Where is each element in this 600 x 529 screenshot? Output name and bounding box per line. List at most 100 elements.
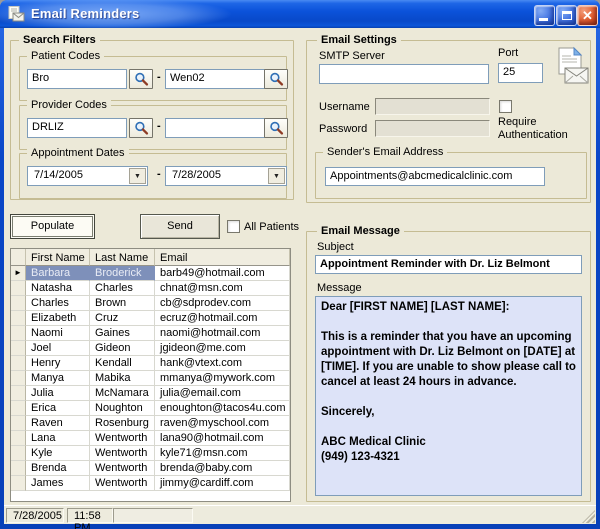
- titlebar[interactable]: Email Reminders ✕: [0, 0, 600, 28]
- row-selector[interactable]: [11, 401, 26, 416]
- grid-cell[interactable]: julia@email.com: [155, 386, 290, 401]
- grid-cell[interactable]: Kendall: [90, 356, 155, 371]
- table-row[interactable]: RavenRosenburgraven@myschool.com: [11, 416, 290, 431]
- row-selector[interactable]: [11, 341, 26, 356]
- date-to-combobox[interactable]: 7/28/2005 ▼: [165, 166, 287, 186]
- row-selector[interactable]: [11, 386, 26, 401]
- row-selector[interactable]: [11, 446, 26, 461]
- grid-cell[interactable]: Wentworth: [90, 476, 155, 491]
- table-row[interactable]: BrendaWentworthbrenda@baby.com: [11, 461, 290, 476]
- grid-cell[interactable]: Gideon: [90, 341, 155, 356]
- grid-cell[interactable]: Charles: [90, 281, 155, 296]
- grid-cell[interactable]: Julia: [26, 386, 90, 401]
- sender-email-field[interactable]: Appointments@abcmedicalclinic.com: [325, 167, 545, 186]
- row-selector[interactable]: [11, 296, 26, 311]
- date-from-combobox[interactable]: 7/14/2005 ▼: [27, 166, 148, 186]
- table-row[interactable]: JamesWentworthjimmy@cardiff.com: [11, 476, 290, 491]
- minimize-button[interactable]: [534, 5, 555, 26]
- close-button[interactable]: ✕: [577, 5, 598, 26]
- grid-cell[interactable]: James: [26, 476, 90, 491]
- grid-cell[interactable]: naomi@hotmail.com: [155, 326, 290, 341]
- row-selector[interactable]: [11, 461, 26, 476]
- grid-cell[interactable]: Henry: [26, 356, 90, 371]
- grid-cell[interactable]: Raven: [26, 416, 90, 431]
- table-row[interactable]: ManyaMabikammanya@mywork.com: [11, 371, 290, 386]
- grid-cell[interactable]: Naomi: [26, 326, 90, 341]
- table-row[interactable]: JoelGideonjgideon@me.com: [11, 341, 290, 356]
- row-selector[interactable]: [11, 371, 26, 386]
- grid-cell[interactable]: Brown: [90, 296, 155, 311]
- grid-cell[interactable]: cb@sdprodev.com: [155, 296, 290, 311]
- row-selector[interactable]: [11, 476, 26, 491]
- patients-grid[interactable]: First Name Last Name Email ►BarbaraBrode…: [10, 248, 291, 502]
- port-field[interactable]: 25: [498, 63, 543, 83]
- grid-cell[interactable]: Charles: [26, 296, 90, 311]
- grid-cell[interactable]: lana90@hotmail.com: [155, 431, 290, 446]
- patient-code-to-field[interactable]: Wen02: [165, 69, 265, 89]
- grid-cell[interactable]: Cruz: [90, 311, 155, 326]
- chevron-down-icon[interactable]: ▼: [129, 168, 146, 184]
- table-row[interactable]: EricaNoughtonenoughton@tacos4u.com: [11, 401, 290, 416]
- table-row[interactable]: ►BarbaraBroderickbarb49@hotmail.com: [11, 266, 290, 281]
- provider-code-to-field[interactable]: [165, 118, 265, 138]
- table-row[interactable]: NaomiGainesnaomi@hotmail.com: [11, 326, 290, 341]
- populate-button[interactable]: Populate: [10, 214, 95, 239]
- grid-cell[interactable]: jgideon@me.com: [155, 341, 290, 356]
- grid-cell[interactable]: enoughton@tacos4u.com: [155, 401, 290, 416]
- row-selector[interactable]: ►: [11, 266, 26, 281]
- grid-cell[interactable]: kyle71@msn.com: [155, 446, 290, 461]
- grid-cell[interactable]: Brenda: [26, 461, 90, 476]
- password-field[interactable]: [375, 120, 490, 137]
- table-row[interactable]: NatashaCharleschnat@msn.com: [11, 281, 290, 296]
- patient-code-to-lookup-button[interactable]: [264, 69, 288, 89]
- provider-code-from-field[interactable]: DRLIZ: [27, 118, 127, 138]
- all-patients-checkbox[interactable]: [227, 220, 240, 233]
- maximize-button[interactable]: [556, 5, 577, 26]
- smtp-server-field[interactable]: [319, 64, 489, 84]
- grid-cell[interactable]: Lana: [26, 431, 90, 446]
- row-selector[interactable]: [11, 431, 26, 446]
- grid-cell[interactable]: Gaines: [90, 326, 155, 341]
- table-row[interactable]: KyleWentworthkyle71@msn.com: [11, 446, 290, 461]
- grid-cell[interactable]: Wentworth: [90, 431, 155, 446]
- table-row[interactable]: JuliaMcNamarajulia@email.com: [11, 386, 290, 401]
- column-header-last-name[interactable]: Last Name: [90, 249, 155, 266]
- grid-cell[interactable]: Kyle: [26, 446, 90, 461]
- grid-cell[interactable]: Manya: [26, 371, 90, 386]
- grid-cell[interactable]: Mabika: [90, 371, 155, 386]
- column-header-email[interactable]: Email: [155, 249, 290, 266]
- grid-cell[interactable]: Wentworth: [90, 446, 155, 461]
- table-row[interactable]: ElizabethCruzecruz@hotmail.com: [11, 311, 290, 326]
- grid-cell[interactable]: chnat@msn.com: [155, 281, 290, 296]
- provider-code-to-lookup-button[interactable]: [264, 118, 288, 138]
- table-row[interactable]: HenryKendallhank@vtext.com: [11, 356, 290, 371]
- grid-cell[interactable]: Natasha: [26, 281, 90, 296]
- message-box[interactable]: Dear [FIRST NAME] [LAST NAME]: This is a…: [315, 296, 582, 496]
- grid-cell[interactable]: raven@myschool.com: [155, 416, 290, 431]
- grid-cell[interactable]: barb49@hotmail.com: [155, 266, 290, 281]
- row-selector[interactable]: [11, 356, 26, 371]
- table-row[interactable]: LanaWentworthlana90@hotmail.com: [11, 431, 290, 446]
- grid-cell[interactable]: mmanya@mywork.com: [155, 371, 290, 386]
- grid-cell[interactable]: brenda@baby.com: [155, 461, 290, 476]
- row-selector[interactable]: [11, 311, 26, 326]
- row-selector[interactable]: [11, 416, 26, 431]
- grid-cell[interactable]: Elizabeth: [26, 311, 90, 326]
- patient-code-from-lookup-button[interactable]: [129, 69, 153, 89]
- grid-cell[interactable]: Broderick: [90, 266, 155, 281]
- grid-cell[interactable]: hank@vtext.com: [155, 356, 290, 371]
- send-button[interactable]: Send: [140, 214, 220, 239]
- row-selector[interactable]: [11, 326, 26, 341]
- provider-code-from-lookup-button[interactable]: [129, 118, 153, 138]
- grid-cell[interactable]: McNamara: [90, 386, 155, 401]
- require-auth-checkbox[interactable]: [499, 100, 512, 113]
- table-row[interactable]: CharlesBrowncb@sdprodev.com: [11, 296, 290, 311]
- chevron-down-icon[interactable]: ▼: [268, 168, 285, 184]
- row-selector[interactable]: [11, 281, 26, 296]
- grid-cell[interactable]: Erica: [26, 401, 90, 416]
- grid-cell[interactable]: Noughton: [90, 401, 155, 416]
- grid-cell[interactable]: Wentworth: [90, 461, 155, 476]
- grid-cell[interactable]: jimmy@cardiff.com: [155, 476, 290, 491]
- grid-cell[interactable]: Joel: [26, 341, 90, 356]
- grid-cell[interactable]: Barbara: [26, 266, 90, 281]
